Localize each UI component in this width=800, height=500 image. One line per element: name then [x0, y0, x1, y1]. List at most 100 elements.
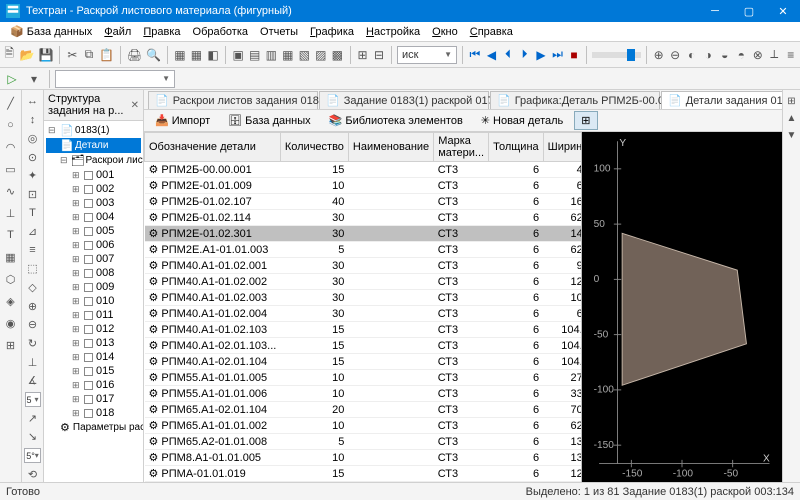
parts-grid[interactable]: Обозначение деталиКоличествоНаименование… [144, 132, 582, 482]
tree-sheets[interactable]: ⊟🗂Раскрои листов [46, 153, 141, 168]
close-button[interactable]: ✕ [766, 0, 800, 22]
table-row[interactable]: ⚙ РПМ40.А1-01.02.00230СТ36125 [145, 274, 583, 290]
menu-edit[interactable]: Правка [137, 24, 186, 40]
open-icon[interactable]: 📂 [19, 45, 36, 65]
maximize-button[interactable]: ▢ [732, 0, 766, 22]
tb-q[interactable]: ◒ [717, 45, 732, 65]
grid-header[interactable]: Толщина [489, 133, 544, 162]
tb-c[interactable]: ◧ [206, 45, 221, 65]
rail2-e[interactable]: ✦ [24, 169, 42, 184]
combo-search[interactable]: иск▼ [397, 46, 457, 64]
table-row[interactable]: ⚙ РПМ65.А1-01.01.00210СТ36620 [145, 418, 583, 434]
tree-item[interactable]: ⊞010 [46, 294, 141, 308]
rail2-combo1[interactable]: 5▾ [25, 392, 41, 407]
tree-item[interactable]: ⊞018 [46, 406, 141, 420]
rail2-b[interactable]: ↕ [24, 113, 42, 128]
rail2-combo2[interactable]: 5°▾ [24, 448, 41, 463]
rail-line-icon[interactable]: ╱ [2, 94, 20, 112]
tree-item[interactable]: ⊞007 [46, 252, 141, 266]
tree-item[interactable]: ⊞004 [46, 210, 141, 224]
rr-c[interactable]: ▼ [785, 128, 799, 142]
rail-a[interactable]: ⬡ [2, 270, 20, 288]
tree-item[interactable]: ⊞005 [46, 224, 141, 238]
rail2-k[interactable]: ◇ [24, 280, 42, 295]
tb-j[interactable]: ▩ [330, 45, 345, 65]
grid-header[interactable]: Обозначение детали [145, 133, 281, 162]
rail-text-icon[interactable]: T [2, 226, 20, 244]
document-tab[interactable]: 📄Графика:Деталь РПМ2Б-00.00.001✕ [490, 91, 660, 109]
rail2-l[interactable]: ⊕ [24, 299, 42, 314]
paste-icon[interactable]: 📋 [98, 45, 115, 65]
tb-i[interactable]: ▨ [314, 45, 329, 65]
rr-b[interactable]: ▲ [785, 111, 799, 125]
tb-f[interactable]: ▥ [264, 45, 279, 65]
print-icon[interactable]: 🖨 [126, 45, 143, 65]
rail-rect-icon[interactable]: ▭ [2, 160, 20, 178]
nav-first-icon[interactable]: ⏮ [468, 45, 483, 65]
tree-item[interactable]: ⊞016 [46, 378, 141, 392]
tree-item[interactable]: ⊞014 [46, 350, 141, 364]
tb-s[interactable]: ⊗ [750, 45, 765, 65]
save-icon[interactable]: 💾 [37, 45, 54, 65]
menu-reports[interactable]: Отчеты [254, 24, 304, 40]
tb-a[interactable]: ▦ [173, 45, 188, 65]
menu-help[interactable]: Справка [464, 24, 519, 40]
tb-k[interactable]: ⊞ [355, 45, 370, 65]
parts-grid-container[interactable]: Обозначение деталиКоличествоНаименование… [144, 132, 582, 482]
rail2-h[interactable]: ⊿ [24, 224, 42, 239]
table-row[interactable]: ⚙ РПМ2Б-01.02.11430СТ36620 [145, 210, 583, 226]
dd-icon[interactable]: ▾ [24, 69, 44, 89]
table-row[interactable]: ⚙ РПМ2Е-01.02.30130СТ36144 [145, 226, 583, 242]
rail2-d[interactable]: ⊙ [24, 150, 42, 165]
table-row[interactable]: ⚙ РПМ2Б-00.00.00115СТ3640 [145, 162, 583, 178]
cut-icon[interactable]: ✂ [65, 45, 80, 65]
grid-header[interactable]: Ширина [543, 133, 582, 162]
grid-header[interactable]: Наименование [348, 133, 433, 162]
table-row[interactable]: ⚙ РПМ65.А2-01.01.0085СТ36130 [145, 434, 583, 450]
table-row[interactable]: ⚙ РПМ65.А1-02.01.10420СТ36700 [145, 402, 583, 418]
rail-circle-icon[interactable]: ○ [2, 116, 20, 134]
tree-item[interactable]: ⊞017 [46, 392, 141, 406]
tree-item[interactable]: ⊞008 [46, 266, 141, 280]
rail2-r[interactable]: ↘ [24, 430, 42, 445]
new-icon[interactable]: 🗎 [2, 45, 17, 65]
menu-window[interactable]: Окно [426, 24, 464, 40]
rail-hatch-icon[interactable]: ▦ [2, 248, 20, 266]
nav-last-icon[interactable]: ⏭ [550, 45, 565, 65]
rail-curve-icon[interactable]: ∿ [2, 182, 20, 200]
tb-n[interactable]: ⊖ [668, 45, 683, 65]
rail2-i[interactable]: ≡ [24, 243, 42, 258]
nav-fwd-icon[interactable]: ⏵ [517, 45, 532, 65]
document-tab[interactable]: 📄Раскрои листов задания 0183(1)✕ [148, 91, 318, 109]
tb-g[interactable]: ▦ [281, 45, 296, 65]
tree-item[interactable]: ⊞012 [46, 322, 141, 336]
rail2-j[interactable]: ⬚ [24, 262, 42, 277]
rail2-n[interactable]: ↻ [24, 336, 42, 351]
tree-item[interactable]: ⊞015 [46, 364, 141, 378]
table-row[interactable]: ⚙ РПМ2Е.А1-01.01.0035СТ36620 [145, 242, 583, 258]
tree-item[interactable]: ⊞003 [46, 196, 141, 210]
rail2-f[interactable]: ⊡ [24, 187, 42, 202]
rail-d[interactable]: ⊞ [2, 336, 20, 354]
table-row[interactable]: ⚙ РПМ2Е-01.01.00910СТ3660 [145, 178, 583, 194]
tree-details[interactable]: 📄Детали [46, 138, 141, 153]
project-tree[interactable]: ⊟📄0183(1)📄Детали⊟🗂Раскрои листов⊞001⊞002… [44, 121, 143, 482]
stop-icon[interactable]: ■ [567, 45, 582, 65]
tree-item[interactable]: ⊞002 [46, 182, 141, 196]
tree-item[interactable]: ⊞009 [46, 280, 141, 294]
menu-graphics[interactable]: Графика [304, 24, 360, 40]
menu-file[interactable]: Файл [98, 24, 137, 40]
database-button[interactable]: 🗄 База данных [221, 111, 318, 130]
table-row[interactable]: ⚙ РПМ40.А1-01.02.10315СТ36104.5 [145, 322, 583, 338]
table-row[interactable]: ⚙ РПМ40.А1-01.02.00330СТ36100 [145, 290, 583, 306]
rail2-o[interactable]: ⊥ [24, 355, 42, 370]
rail2-q[interactable]: ↗ [24, 411, 42, 426]
rail2-c[interactable]: ◎ [24, 131, 42, 146]
table-row[interactable]: ⚙ РПМ55.А1-01.01.00610СТ36336 [145, 386, 583, 402]
grid-header[interactable]: Марка матери... [434, 133, 489, 162]
rail-c[interactable]: ◉ [2, 314, 20, 332]
tree-root[interactable]: ⊟📄0183(1) [46, 123, 141, 138]
rail2-p[interactable]: ∡ [24, 373, 42, 388]
tb-t[interactable]: ⟂ [767, 45, 782, 65]
play-icon[interactable]: ▷ [2, 69, 22, 89]
